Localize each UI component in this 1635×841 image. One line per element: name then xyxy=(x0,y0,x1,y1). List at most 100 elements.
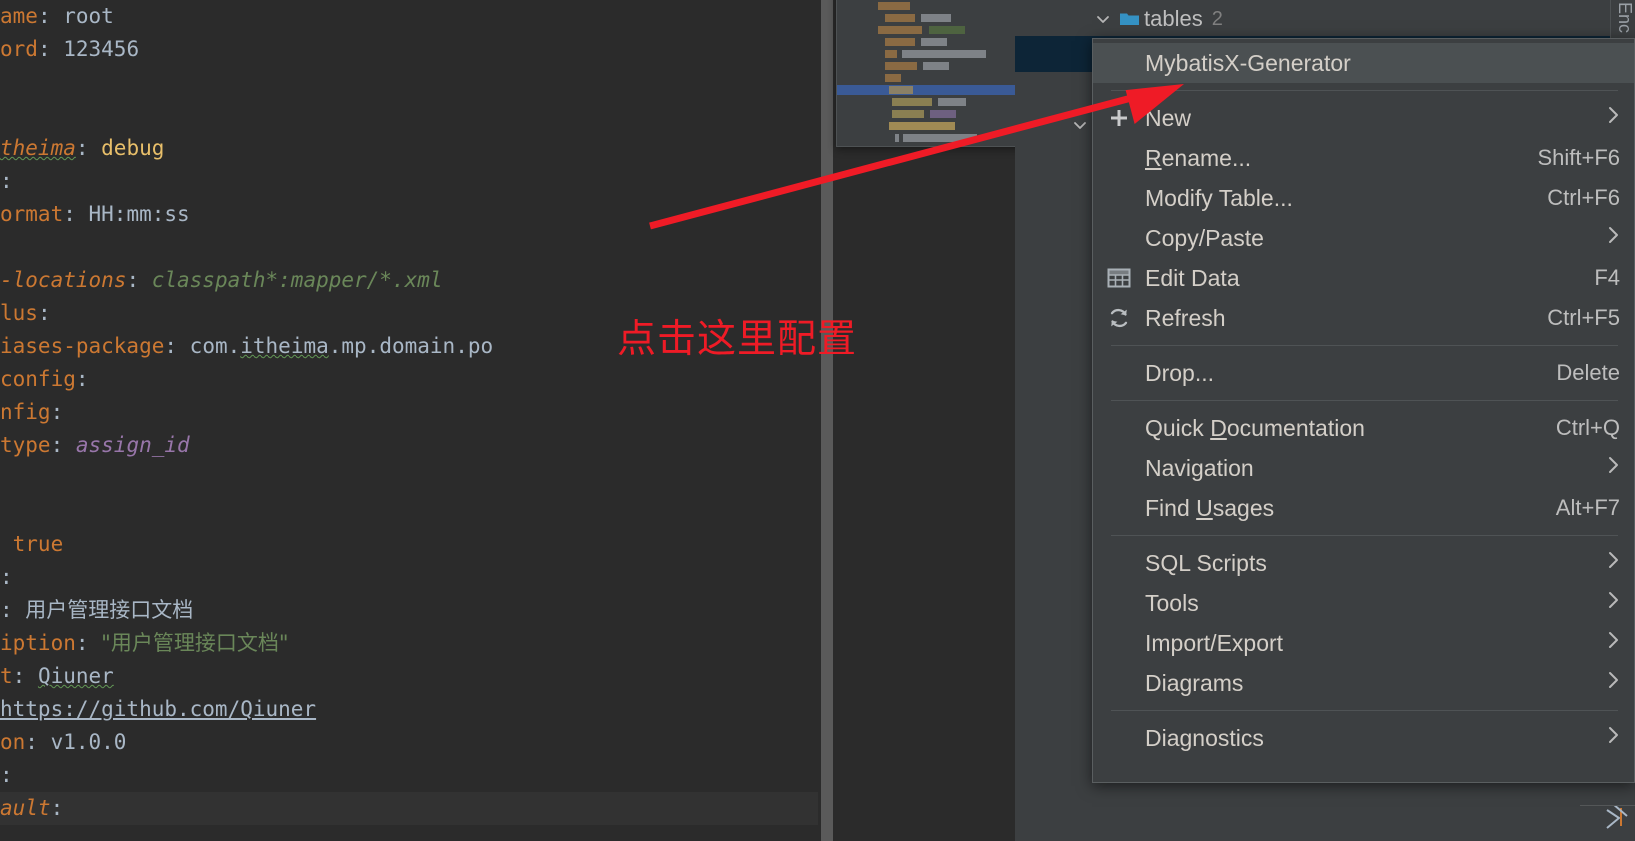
code-token: true xyxy=(0,532,64,556)
database-tree-row-tables[interactable]: tables 2 xyxy=(1090,2,1223,36)
chevron-right-icon xyxy=(1606,549,1620,577)
code-token: ame xyxy=(0,4,38,28)
preview-token-bar xyxy=(930,110,956,118)
code-token: : xyxy=(37,4,64,28)
code-line[interactable] xyxy=(0,99,818,132)
menu-separator xyxy=(1111,710,1618,711)
code-line[interactable]: type: assign_id xyxy=(0,429,818,462)
code-line[interactable]: theima: debug xyxy=(0,132,818,165)
code-token: theima xyxy=(0,136,76,160)
code-line[interactable]: : xyxy=(0,165,818,198)
database-context-menu[interactable]: MybatisX-Generator New Rename... Shift+F6 Mo… xyxy=(1092,38,1635,783)
code-line[interactable]: : xyxy=(0,561,818,594)
code-line[interactable]: : xyxy=(0,759,818,792)
code-token: .mp.domain.po xyxy=(328,334,494,358)
preview-token-bar xyxy=(929,26,965,34)
menu-item-label: Refresh xyxy=(1145,304,1226,331)
menu-item-copy-paste[interactable]: Copy/Paste xyxy=(1093,218,1634,258)
code-token: : xyxy=(63,202,89,226)
encoding-side-tab-label: Enc xyxy=(1615,2,1635,34)
code-line[interactable]: ord: 123456 xyxy=(0,33,818,66)
code-line[interactable] xyxy=(0,66,818,99)
menu-item-label: Quick Documentation xyxy=(1145,414,1365,441)
menu-separator xyxy=(1111,90,1618,91)
code-token: : xyxy=(50,400,64,424)
menu-item-refresh[interactable]: Refresh Ctrl+F5 xyxy=(1093,298,1634,338)
code-token: : xyxy=(37,301,51,325)
code-line[interactable]: config: xyxy=(0,363,818,396)
menu-item-diagrams[interactable]: Diagrams xyxy=(1093,663,1634,703)
menu-item-label: Modify Table... xyxy=(1145,184,1293,211)
code-token: "用户管理接口文档" xyxy=(101,631,289,655)
code-line[interactable]: ault: xyxy=(0,792,818,825)
preview-token-bar xyxy=(902,50,986,58)
menu-item-find-usages[interactable]: Find Usages Alt+F7 xyxy=(1093,488,1634,528)
code-token: -locations xyxy=(0,268,127,292)
code-line[interactable]: t: Qiuner xyxy=(0,660,818,693)
menu-item-rename[interactable]: Rename... Shift+F6 xyxy=(1093,138,1634,178)
code-token: : xyxy=(37,37,64,61)
menu-item-shortcut: Delete xyxy=(1556,360,1620,385)
code-token: : xyxy=(126,268,152,292)
code-line[interactable]: : 用户管理接口文档 xyxy=(0,594,818,627)
code-token: : xyxy=(164,334,190,358)
menu-item-edit-data[interactable]: Edit Data F4 xyxy=(1093,258,1634,298)
database-tree-row-collapsed[interactable] xyxy=(1067,108,1093,142)
folder-icon xyxy=(1116,10,1144,28)
code-line[interactable] xyxy=(0,495,818,528)
tree-node-label: tables xyxy=(1144,6,1203,31)
menu-item-new[interactable]: New xyxy=(1093,98,1634,138)
code-line[interactable]: ormat: HH:mm:ss xyxy=(0,198,818,231)
code-token: assign_id xyxy=(75,433,190,457)
menu-item-quick-documentation[interactable]: Quick Documentation Ctrl+Q xyxy=(1093,408,1634,448)
menu-item-modify-table[interactable]: Modify Table... Ctrl+F6 xyxy=(1093,178,1634,218)
code-line[interactable]: nfig: xyxy=(0,396,818,429)
preview-token-bar xyxy=(892,110,924,118)
code-token: on xyxy=(0,730,26,754)
code-token: ord xyxy=(0,37,38,61)
code-line[interactable]: ame: root xyxy=(0,0,818,33)
chevron-down-icon[interactable] xyxy=(1090,9,1116,29)
code-line[interactable]: -locations: classpath*:mapper/*.xml xyxy=(0,264,818,297)
preview-token-bar xyxy=(892,98,932,106)
code-editor[interactable]: ame: root ord: 123456 theima: debug: ormat:… xyxy=(0,0,818,841)
code-token: : xyxy=(0,763,13,787)
menu-item-label: Import/Export xyxy=(1145,629,1284,656)
editor-vertical-scrollbar[interactable] xyxy=(818,0,836,841)
chevron-right-icon xyxy=(1606,629,1620,657)
menu-item-navigation[interactable]: Navigation xyxy=(1093,448,1634,488)
menu-item-diagnostics[interactable]: Diagnostics xyxy=(1093,718,1634,758)
code-line[interactable] xyxy=(0,231,818,264)
menu-item-shortcut: Ctrl+F6 xyxy=(1547,185,1620,210)
code-token: : xyxy=(50,433,76,457)
code-content[interactable]: ame: root ord: 123456 theima: debug: ormat:… xyxy=(0,0,818,825)
code-line[interactable]: on: v1.0.0 xyxy=(0,726,818,759)
refresh-icon xyxy=(1093,306,1145,330)
code-token: ault xyxy=(0,796,51,820)
code-token: : xyxy=(25,730,51,754)
menu-item-drop[interactable]: Drop... Delete xyxy=(1093,353,1634,393)
menu-item-label: MybatisX-Generator xyxy=(1145,49,1351,76)
menu-item-mybatisx-generator[interactable]: MybatisX-Generator xyxy=(1093,43,1634,83)
scrollbar-thumb[interactable] xyxy=(821,0,833,841)
encoding-side-tab[interactable]: Enc xyxy=(1610,0,1635,39)
menu-item-shortcut: F4 xyxy=(1594,265,1620,290)
menu-item-label: Navigation xyxy=(1145,454,1254,481)
menu-item-sql-scripts[interactable]: SQL Scripts xyxy=(1093,543,1634,583)
chevron-right-icon xyxy=(1606,589,1620,617)
code-token: : xyxy=(0,565,13,589)
code-token: : xyxy=(0,169,13,193)
chevron-down-icon-secondary[interactable] xyxy=(1067,115,1093,135)
code-token: classpath*:mapper/*.xml xyxy=(151,268,443,292)
code-line[interactable] xyxy=(0,462,818,495)
code-line[interactable]: https://github.com/Qiuner xyxy=(0,693,818,726)
menu-item-label: Edit Data xyxy=(1145,264,1240,291)
code-token: ormat xyxy=(0,202,64,226)
code-line[interactable]: iption: "用户管理接口文档" xyxy=(0,627,818,660)
code-token: : xyxy=(0,598,26,622)
code-line[interactable]: true xyxy=(0,528,818,561)
menu-item-shortcut: Ctrl+F5 xyxy=(1547,305,1620,330)
menu-item-label: Copy/Paste xyxy=(1145,224,1264,251)
menu-item-import-export[interactable]: Import/Export xyxy=(1093,623,1634,663)
menu-item-tools[interactable]: Tools xyxy=(1093,583,1634,623)
